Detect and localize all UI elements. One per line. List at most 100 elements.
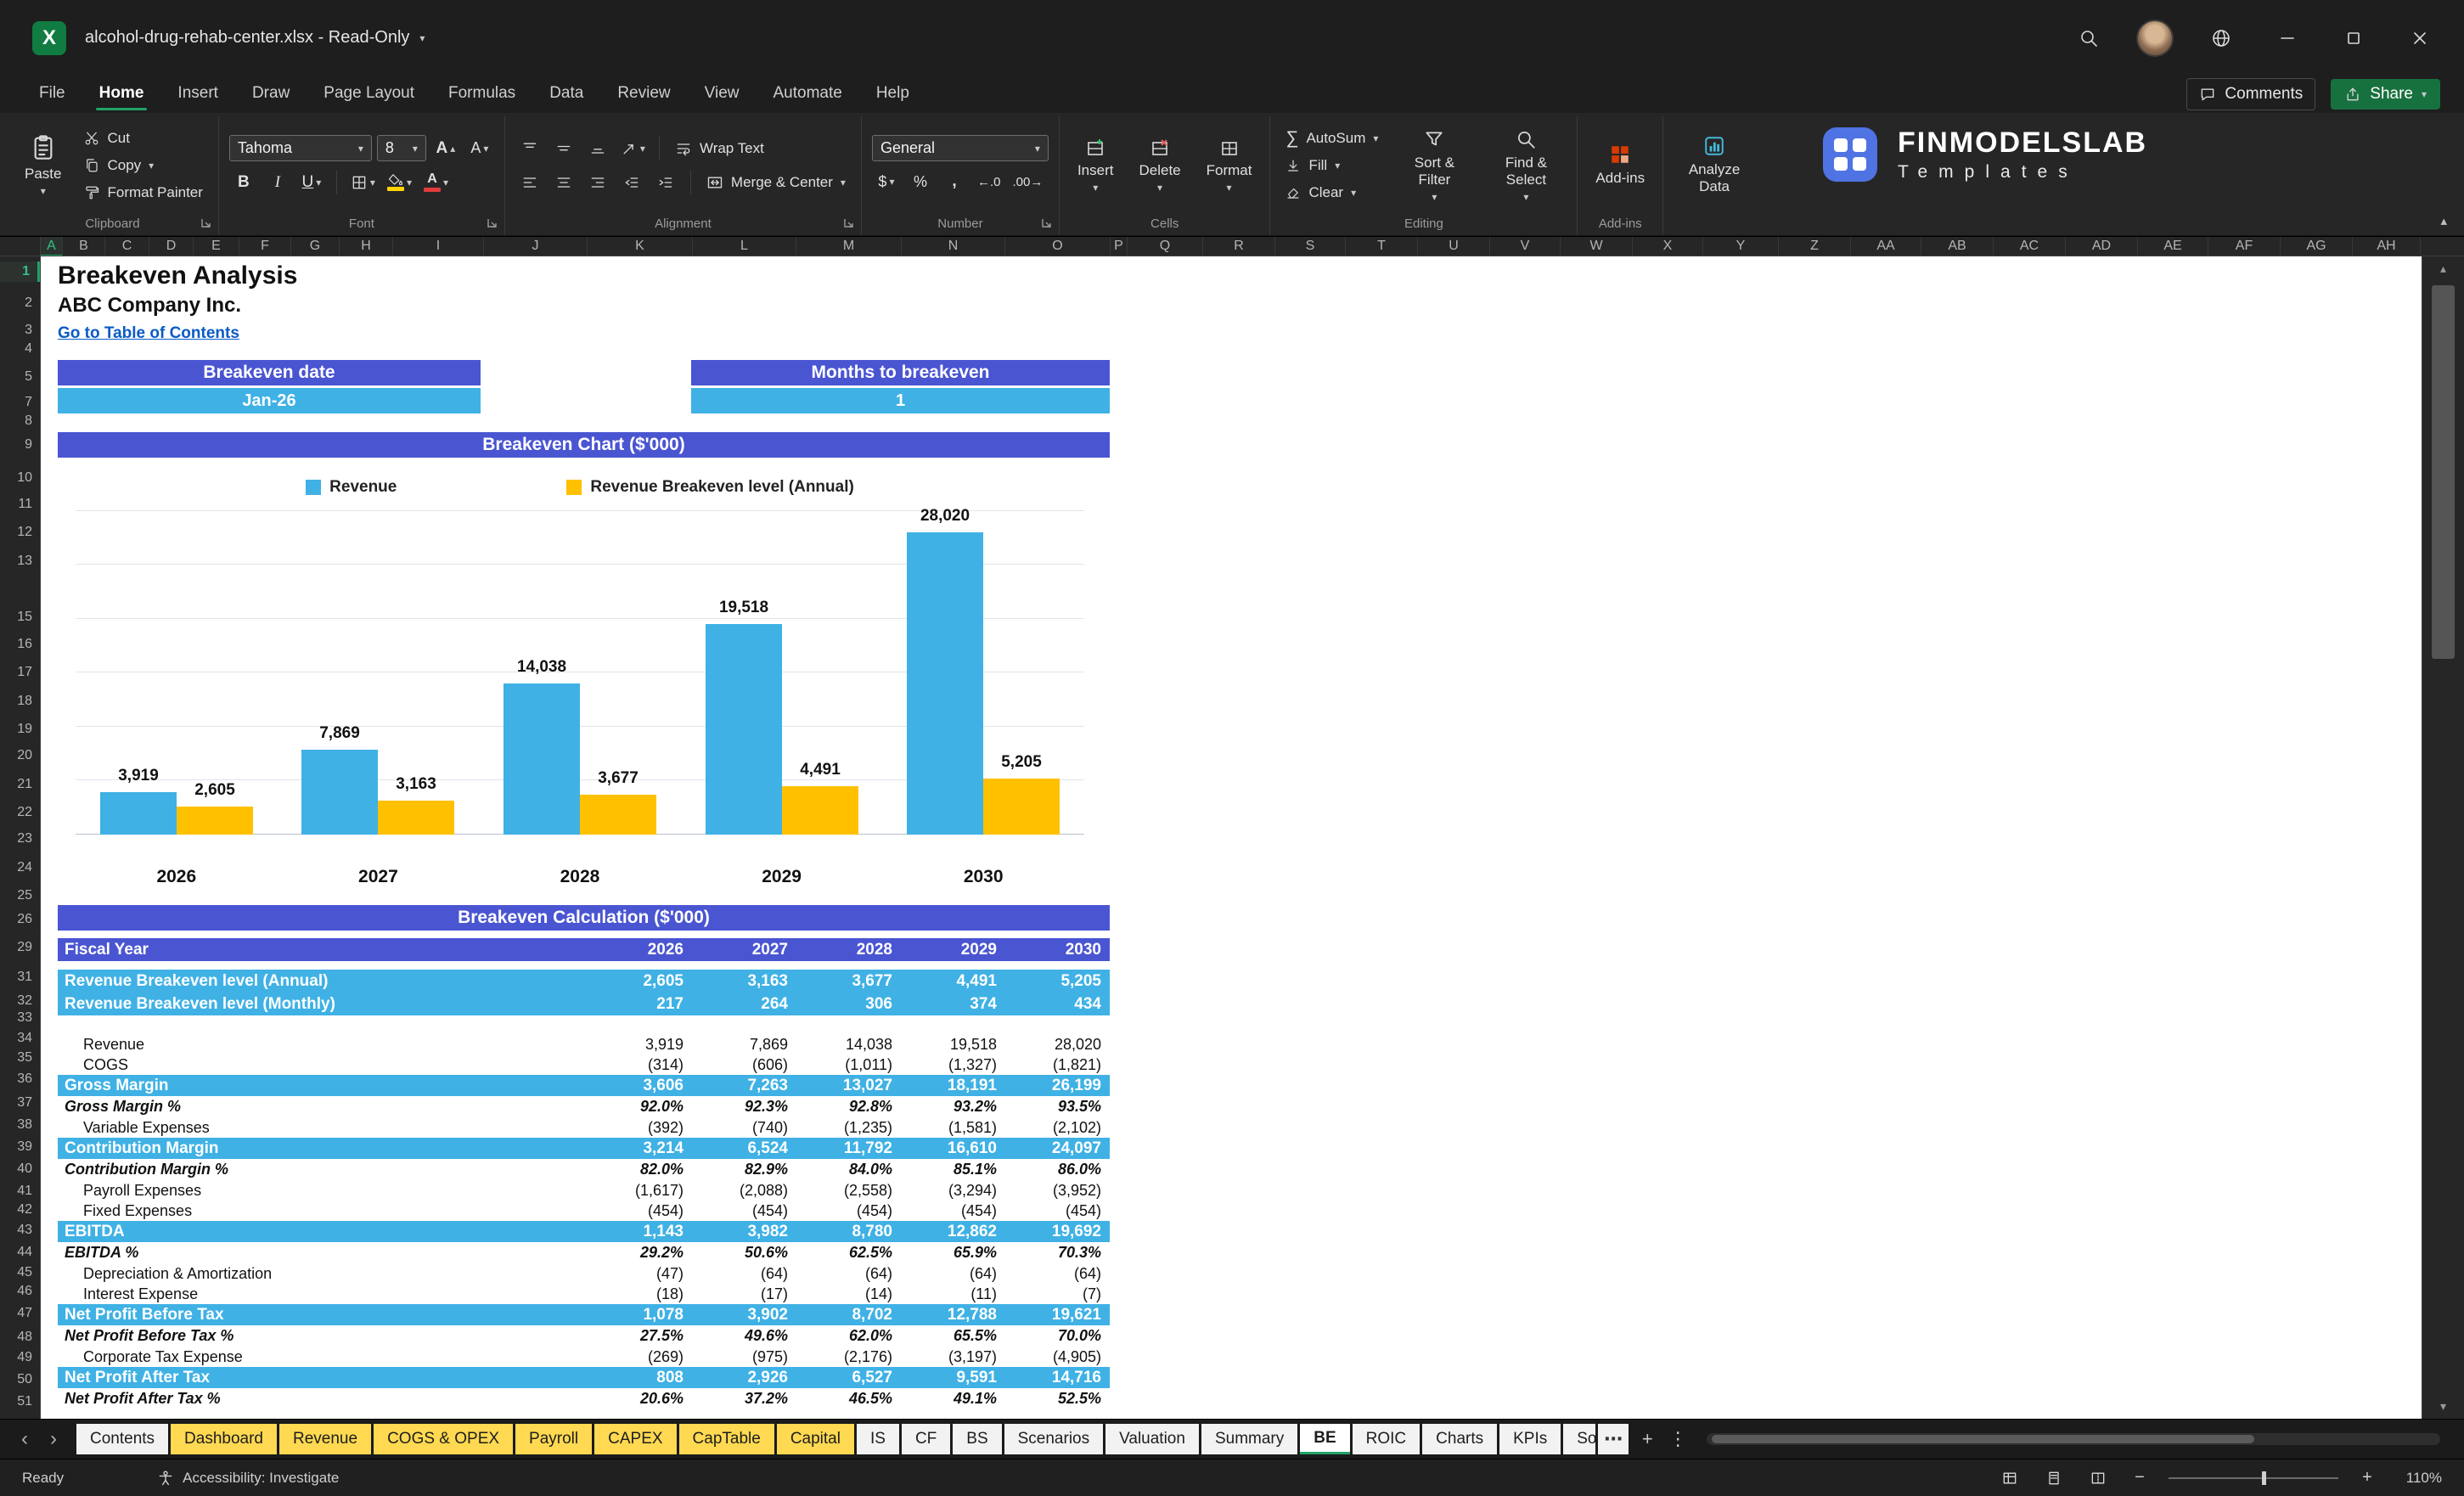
cell[interactable]: 70.3% (1005, 1244, 1110, 1262)
column-header-af[interactable]: AF (2208, 237, 2281, 256)
legend-item-revenue[interactable]: Revenue (306, 478, 397, 497)
table-header-cell[interactable]: 2027 (692, 941, 796, 959)
autosum-button[interactable]: ∑ AutoSum ▾ (1280, 126, 1383, 151)
cell[interactable]: 12,788 (901, 1306, 1005, 1324)
zoom-level[interactable]: 110% (2396, 1470, 2442, 1487)
column-header-c[interactable]: C (105, 237, 149, 256)
chart-bar-revenue-breakeven-level-annual[interactable] (378, 801, 454, 835)
column-header-f[interactable]: F (239, 237, 291, 256)
merge-center-button[interactable]: Merge & Center ▾ (701, 170, 851, 195)
cell[interactable]: (64) (1005, 1265, 1110, 1283)
row-header-38[interactable]: 38 (0, 1115, 40, 1135)
insert-cells-button[interactable]: Insert ▾ (1070, 135, 1122, 196)
cell[interactable]: (740) (692, 1119, 796, 1137)
cell[interactable]: 46.5% (796, 1390, 901, 1408)
cell[interactable]: 306 (796, 995, 901, 1014)
cell[interactable]: (1,821) (1005, 1056, 1110, 1074)
row-label[interactable]: Depreciation & Amortization (58, 1265, 588, 1283)
cell[interactable]: (606) (692, 1056, 796, 1074)
cell[interactable]: (975) (692, 1348, 796, 1366)
scroll-down-icon[interactable]: ▾ (2422, 1399, 2464, 1414)
sheet-tab-contents[interactable]: Contents (76, 1424, 169, 1454)
cell[interactable]: 65.5% (901, 1327, 1005, 1345)
alignment-dialog-launcher[interactable] (843, 217, 854, 228)
select-all-corner[interactable] (0, 237, 41, 256)
column-header-i[interactable]: I (393, 237, 484, 256)
cell[interactable]: 16,610 (901, 1139, 1005, 1158)
font-size-select[interactable]: 8 ▾ (376, 135, 426, 161)
row-header-23[interactable]: 23 (0, 829, 40, 849)
cell[interactable]: 29.2% (588, 1244, 692, 1262)
comments-button[interactable]: Comments (2186, 78, 2316, 110)
row-header-43[interactable]: 43 (0, 1220, 40, 1240)
row-header-50[interactable]: 50 (0, 1369, 40, 1390)
copy-button[interactable]: Copy ▾ (79, 153, 207, 178)
decrease-decimal-button[interactable]: .00→ (1009, 168, 1046, 195)
cell[interactable]: 49.6% (692, 1327, 796, 1345)
sheet-tab-bs[interactable]: BS (953, 1424, 1002, 1454)
row-label[interactable]: Corporate Tax Expense (58, 1348, 588, 1366)
increase-font-size-button[interactable]: A ▴ (431, 135, 460, 162)
cell[interactable]: (2,558) (796, 1182, 901, 1200)
format-cells-button[interactable]: Format ▾ (1199, 135, 1260, 196)
months-to-breakeven-value[interactable]: 1 (691, 388, 1110, 413)
sheet-tab-cogs-opex[interactable]: COGS & OPEX (374, 1424, 514, 1454)
cell[interactable]: 13,027 (796, 1077, 901, 1095)
excel-app-icon[interactable]: X (32, 20, 66, 55)
cell[interactable]: 24,097 (1005, 1139, 1110, 1158)
sheet-nav-right-button[interactable]: › (39, 1429, 68, 1449)
number-format-select[interactable]: General ▾ (871, 135, 1049, 161)
row-header-47[interactable]: 47 (0, 1303, 40, 1324)
cell[interactable]: 217 (588, 995, 692, 1014)
cell[interactable]: 70.0% (1005, 1327, 1110, 1345)
breakeven-date-value[interactable]: Jan-26 (58, 388, 481, 413)
row-header-16[interactable]: 16 (0, 634, 40, 655)
column-header-n[interactable]: N (902, 237, 1005, 256)
column-header-a[interactable]: A (41, 237, 63, 256)
number-dialog-launcher[interactable] (1041, 217, 1052, 228)
cell[interactable]: 3,214 (588, 1139, 692, 1158)
cell[interactable]: 5,205 (1005, 972, 1110, 991)
cell[interactable]: 1,078 (588, 1306, 692, 1324)
cell[interactable]: 264 (692, 995, 796, 1014)
row-label[interactable]: COGS (58, 1056, 588, 1074)
cell[interactable]: 12,862 (901, 1223, 1005, 1241)
cell[interactable]: 7,263 (692, 1077, 796, 1095)
cell[interactable]: 62.5% (796, 1244, 901, 1262)
maximize-button[interactable] (2335, 20, 2372, 57)
row-header-40[interactable]: 40 (0, 1159, 40, 1179)
vertical-scrollbar-thumb[interactable] (2432, 285, 2455, 659)
fill-button[interactable]: Fill ▾ (1280, 153, 1383, 178)
cell[interactable]: 6,524 (692, 1139, 796, 1158)
analyze-data-button[interactable]: Analyze Data (1674, 132, 1755, 197)
sheet-tab-captable[interactable]: CapTable (678, 1424, 774, 1454)
column-header-g[interactable]: G (291, 237, 340, 256)
cell[interactable]: 65.9% (901, 1244, 1005, 1262)
decrease-indent-button[interactable] (617, 169, 646, 196)
cell[interactable]: 52.5% (1005, 1390, 1110, 1408)
sort-filter-button[interactable]: Sort & Filter ▾ (1393, 126, 1475, 205)
row-header-15[interactable]: 15 (0, 607, 40, 627)
row-label[interactable]: Net Profit After Tax % (58, 1390, 588, 1408)
column-header-b[interactable]: B (63, 237, 105, 256)
font-name-select[interactable]: Tahoma ▾ (228, 135, 372, 161)
clear-button[interactable]: Clear ▾ (1280, 180, 1383, 205)
cell[interactable]: 3,677 (796, 972, 901, 991)
horizontal-scrollbar-thumb[interactable] (1712, 1435, 2255, 1443)
page-layout-view-button[interactable] (2041, 1467, 2067, 1489)
column-header-e[interactable]: E (194, 237, 239, 256)
row-header-7[interactable]: 7 (0, 392, 40, 413)
cell[interactable]: (7) (1005, 1285, 1110, 1303)
table-of-contents-link[interactable]: Go to Table of Contents (58, 324, 239, 343)
cell[interactable]: 1,143 (588, 1223, 692, 1241)
row-label[interactable]: Gross Margin (58, 1077, 588, 1095)
cell[interactable]: (3,952) (1005, 1182, 1110, 1200)
comma-style-button[interactable]: , (940, 168, 969, 195)
sheet-tab-summary[interactable]: Summary (1201, 1424, 1298, 1454)
sheet-nav-left-button[interactable]: ‹ (10, 1429, 39, 1449)
cell[interactable]: 3,982 (692, 1223, 796, 1241)
orientation-button[interactable]: ▾ (617, 135, 649, 162)
cell[interactable]: 27.5% (588, 1327, 692, 1345)
sheet-tab-payroll[interactable]: Payroll (515, 1424, 593, 1454)
column-header-ag[interactable]: AG (2281, 237, 2353, 256)
